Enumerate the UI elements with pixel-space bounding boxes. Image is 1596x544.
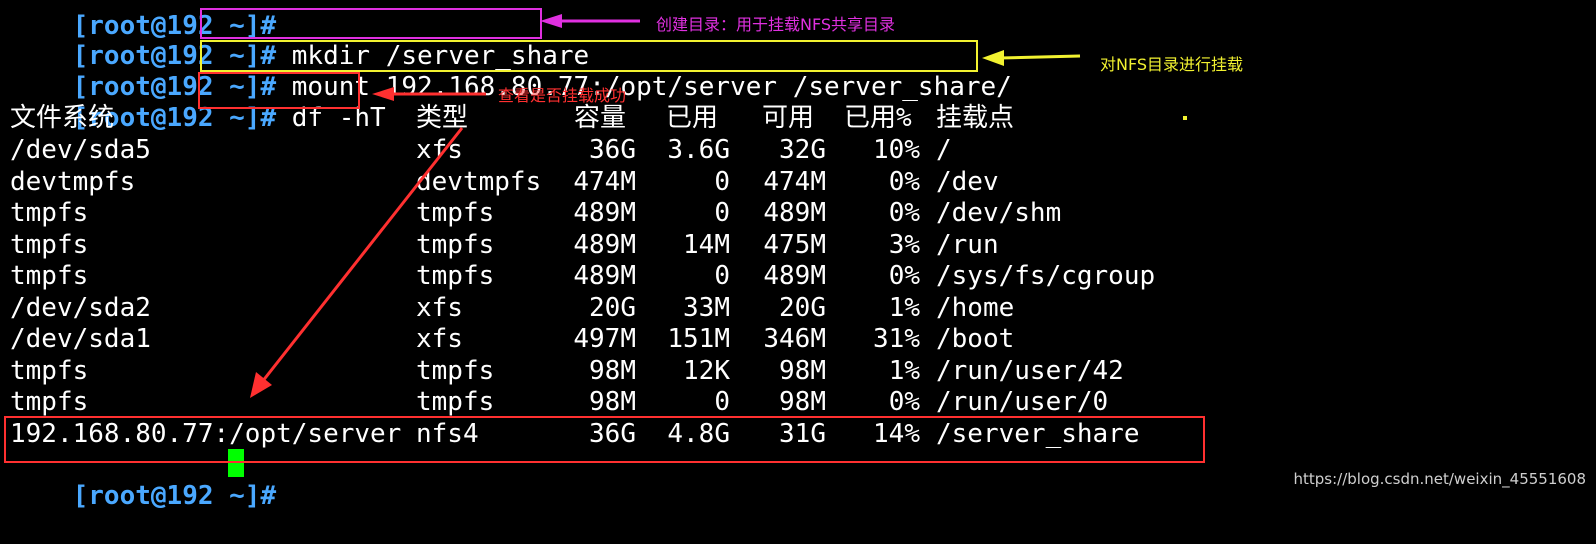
mount-arrow-line (999, 54, 1081, 60)
df-arrow-head (372, 87, 394, 101)
df-note: 查看是否挂载成功 (498, 86, 627, 105)
annotation-arrows (250, 14, 1081, 398)
mount-arrow-head (982, 50, 1004, 66)
mkdir-note: 创建目录：用于挂载NFS共享目录 (656, 15, 896, 34)
mkdir-arrow-head (540, 14, 562, 28)
stray-dot (1183, 116, 1187, 120)
terminal-window[interactable]: [root@192 ~]# [root@192 ~]# mkdir /serve… (0, 0, 1596, 511)
watermark: https://blog.csdn.net/weixin_45551608 (1293, 470, 1586, 488)
result-arrow-line (260, 127, 464, 383)
mount-note: 对NFS目录进行挂载 (1100, 55, 1244, 74)
